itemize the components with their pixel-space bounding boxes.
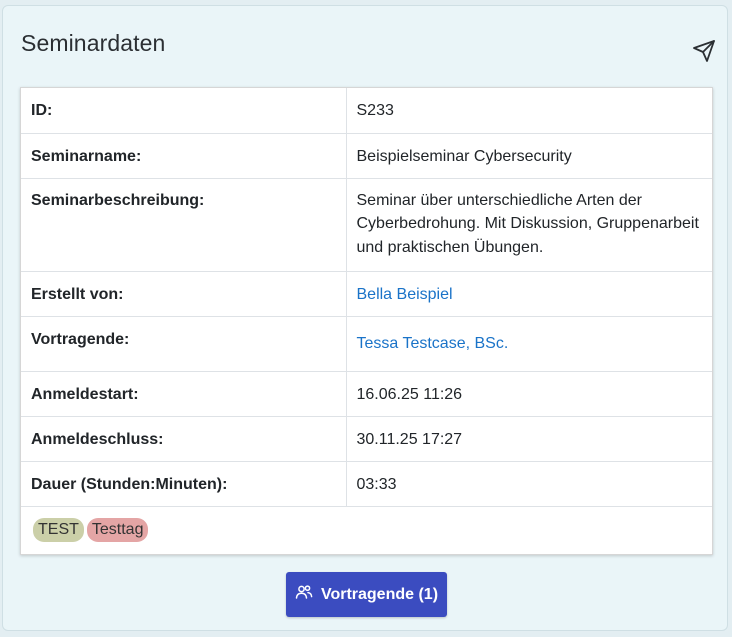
- row-label-registration-start: Anmeldestart:: [21, 371, 347, 417]
- row-label-id: ID:: [21, 88, 347, 134]
- row-label-description: Seminarbeschreibung:: [21, 178, 347, 272]
- speakers-button-label: Vortragende (1): [320, 585, 439, 603]
- row-label-created-by: Erstellt von:: [21, 271, 347, 317]
- row-label-seminarname: Seminarname:: [21, 133, 347, 179]
- speaker-link[interactable]: Tessa Testcase, BSc.: [357, 335, 509, 352]
- table-row: Dauer (Stunden:Minuten): 03:33: [21, 461, 712, 507]
- speakers-button[interactable]: Vortragende (1): [286, 572, 447, 617]
- tag-test: TEST: [33, 518, 84, 542]
- table-row: Vortragende: Tessa Testcase, BSc.: [21, 316, 712, 372]
- users-icon: [295, 584, 313, 605]
- created-by-link[interactable]: Bella Beispiel: [357, 286, 453, 303]
- row-value-duration: 03:33: [346, 461, 712, 507]
- row-label-registration-end: Anmeldeschluss:: [21, 416, 347, 462]
- send-icon[interactable]: [692, 39, 716, 63]
- table-row: ID: S233: [21, 88, 712, 134]
- tag-testtag: Testtag: [86, 518, 149, 542]
- table-row: Anmeldestart: 16.06.25 11:26: [21, 371, 712, 417]
- table-row: Anmeldeschluss: 30.11.25 17:27: [21, 416, 712, 462]
- row-value-speakers: Tessa Testcase, BSc.: [346, 316, 712, 372]
- row-value-id: S233: [346, 88, 712, 134]
- row-value-seminarname: Beispielseminar Cybersecurity: [346, 133, 712, 179]
- tag-list: TEST Testtag: [33, 518, 149, 542]
- row-value-registration-start: 16.06.25 11:26: [346, 371, 712, 417]
- row-value-registration-end: 30.11.25 17:27: [346, 416, 712, 462]
- row-label-speakers: Vortragende:: [21, 316, 347, 372]
- table-row: Erstellt von: Bella Beispiel: [21, 271, 712, 317]
- row-value-description: Seminar über unterschiedliche Arten der …: [346, 178, 712, 272]
- table-row: Seminarbeschreibung: Seminar über unters…: [21, 178, 712, 272]
- page-title: Seminardaten: [21, 30, 166, 56]
- table-row: Seminarname: Beispielseminar Cybersecuri…: [21, 133, 712, 179]
- row-label-duration: Dauer (Stunden:Minuten):: [21, 461, 347, 507]
- row-value-created-by: Bella Beispiel: [346, 271, 712, 317]
- seminar-details-table: ID: S233 Seminarname: Beispielseminar Cy…: [20, 87, 713, 555]
